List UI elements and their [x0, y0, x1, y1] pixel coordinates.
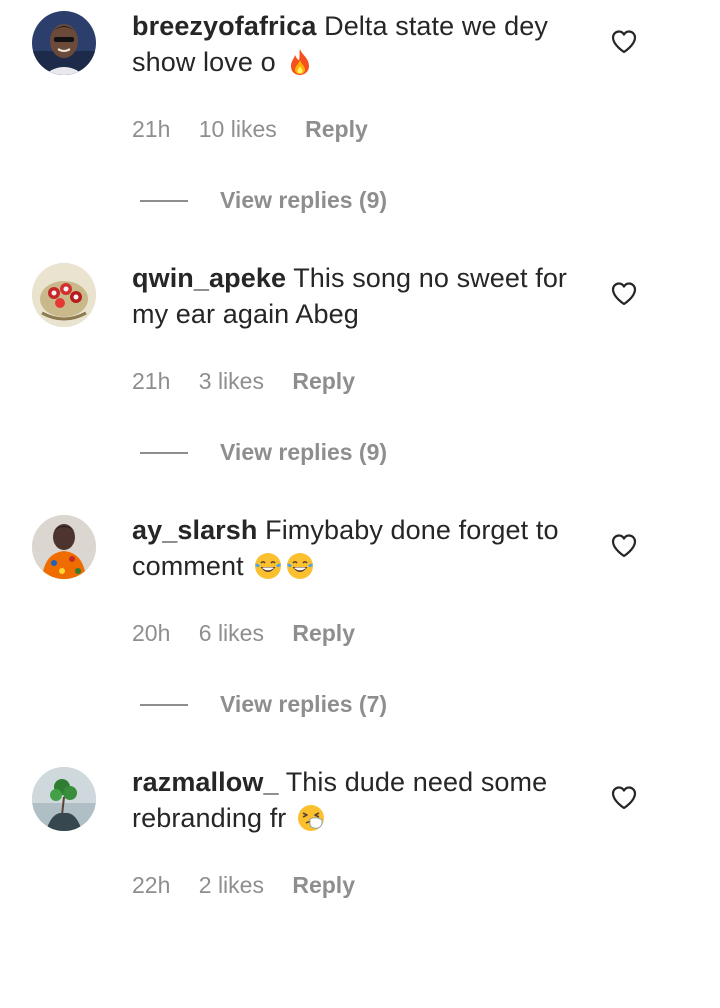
view-replies-label: View replies (9) [220, 187, 388, 213]
like-heart-icon[interactable] [610, 532, 638, 560]
fire-emoji-icon [285, 47, 315, 77]
comment-text: razmallow_ This dude need some rebrandin… [132, 764, 592, 836]
like-heart-icon[interactable] [610, 28, 638, 56]
comment-username[interactable]: breezyofafrica [132, 11, 316, 41]
comment-item: qwin_apeke This song no sweet for my ear… [0, 252, 720, 504]
comment-text: breezyofafrica Delta state we dey show l… [132, 8, 592, 80]
comment-time: 21h [132, 368, 171, 394]
avatar-photo-icon [32, 515, 96, 579]
comment-username[interactable]: qwin_apeke [132, 263, 286, 293]
comment-text: qwin_apeke This song no sweet for my ear… [132, 260, 592, 332]
comment-likes[interactable]: 2 likes [199, 870, 264, 900]
view-replies-label: View replies (9) [220, 439, 388, 465]
comment-username[interactable]: razmallow_ [132, 767, 279, 797]
comment-time: 20h [132, 620, 171, 646]
comment-meta: 20h 6 likes Reply [132, 618, 377, 648]
comment-meta: 21h 3 likes Reply [132, 366, 377, 396]
like-heart-icon[interactable] [610, 280, 638, 308]
comment-likes[interactable]: 3 likes [199, 366, 264, 396]
avatar[interactable] [32, 263, 96, 327]
reply-button[interactable]: Reply [292, 870, 355, 900]
comment-time: 21h [132, 116, 171, 142]
reply-button[interactable]: Reply [292, 366, 355, 396]
comment-meta: 22h 2 likes Reply [132, 870, 377, 900]
sneezing-face-emoji-icon [296, 803, 326, 833]
comment-text: ay_slarsh Fimybaby done forget to commen… [132, 512, 592, 584]
comments-list: breezyofafrica Delta state we dey show l… [0, 0, 720, 898]
like-heart-icon[interactable] [610, 784, 638, 812]
avatar-photo-icon [32, 11, 96, 75]
comment-meta: 21h 10 likes Reply [132, 114, 390, 144]
replies-divider-line [140, 452, 188, 454]
comment-likes[interactable]: 10 likes [199, 114, 277, 144]
replies-divider-line [140, 704, 188, 706]
comment-item: razmallow_ This dude need some rebrandin… [0, 756, 720, 1008]
comment-item: ay_slarsh Fimybaby done forget to commen… [0, 504, 720, 756]
avatar[interactable] [32, 515, 96, 579]
avatar[interactable] [32, 11, 96, 75]
comment-likes[interactable]: 6 likes [199, 618, 264, 648]
avatar-photo-icon [32, 767, 96, 831]
reply-button[interactable]: Reply [305, 114, 368, 144]
reply-button[interactable]: Reply [292, 618, 355, 648]
tears-of-joy-emoji-icon [253, 551, 283, 581]
avatar[interactable] [32, 767, 96, 831]
comment-time: 22h [132, 872, 171, 898]
comment-item: breezyofafrica Delta state we dey show l… [0, 0, 720, 252]
replies-divider-line [140, 200, 188, 202]
avatar-photo-icon [32, 263, 96, 327]
tears-of-joy-emoji-icon [285, 551, 315, 581]
comment-username[interactable]: ay_slarsh [132, 515, 258, 545]
view-replies-label: View replies (7) [220, 691, 388, 717]
